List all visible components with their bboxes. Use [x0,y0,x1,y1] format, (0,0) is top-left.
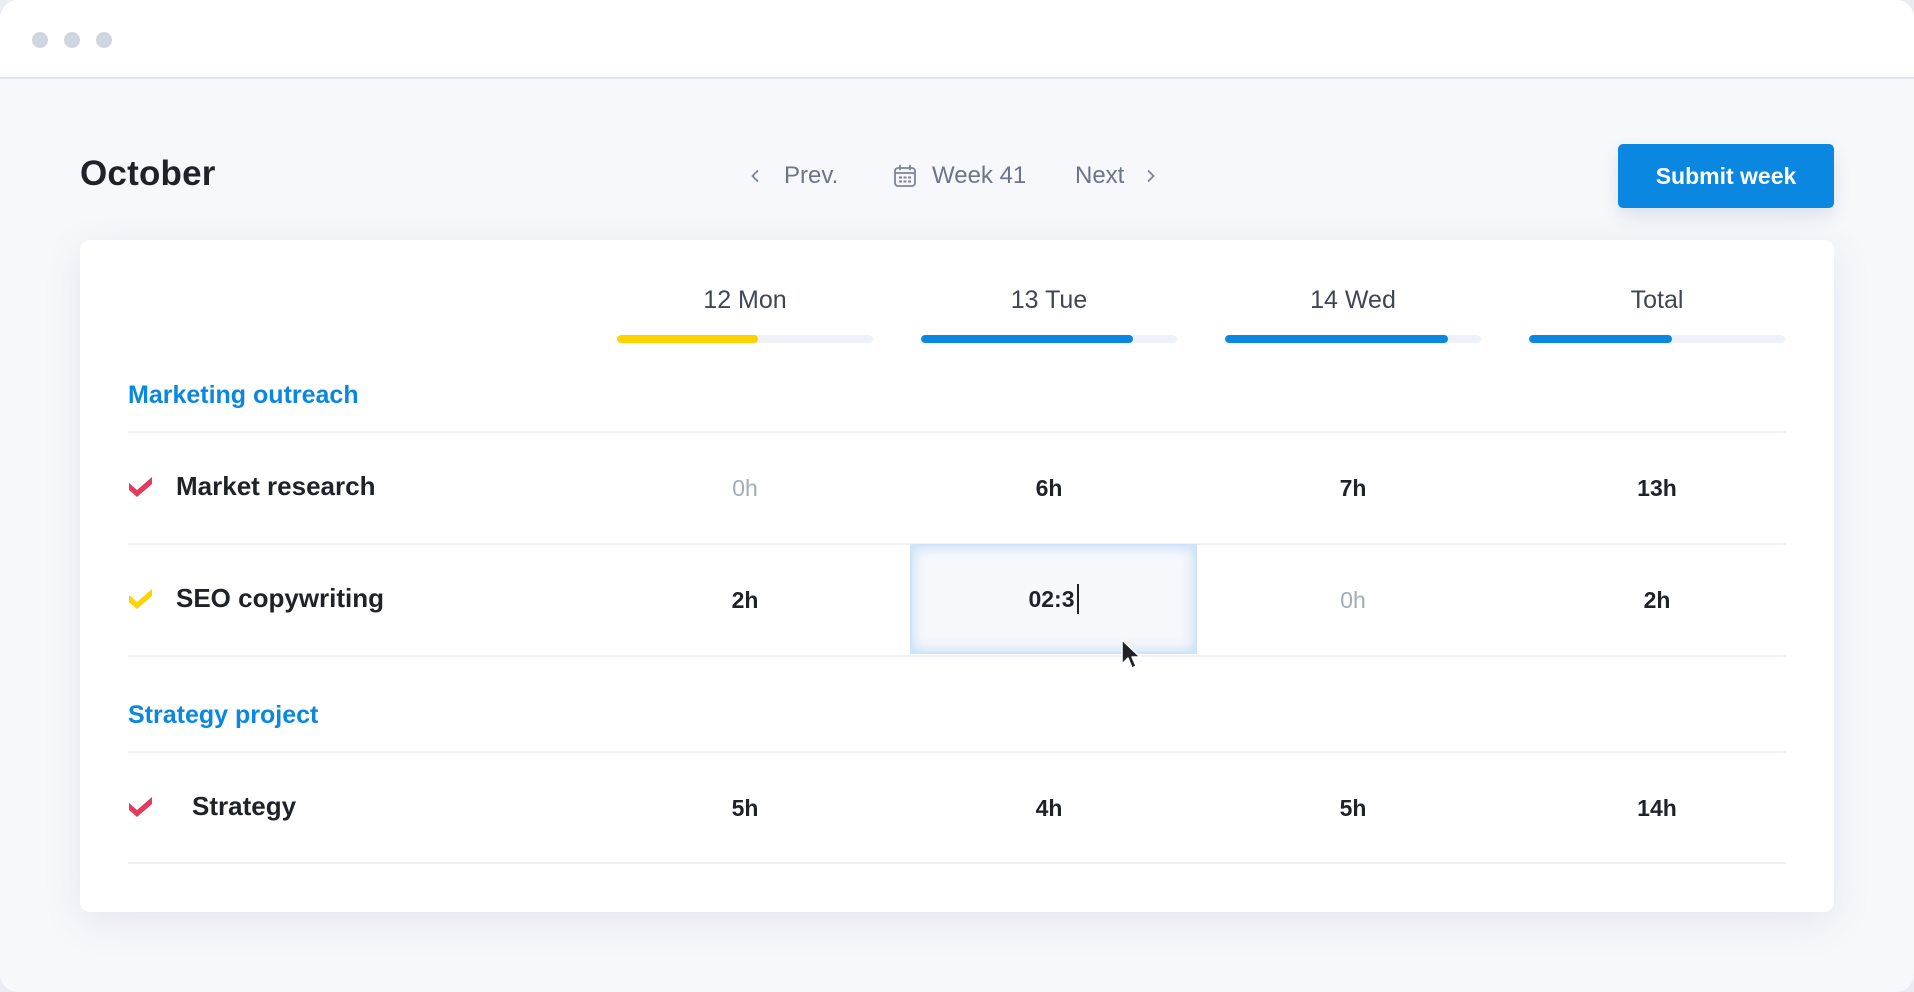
chevron-right-icon [1147,170,1155,182]
mouse-pointer-icon [1121,639,1141,669]
progress-bar-total [1529,335,1785,343]
time-input-tue-active[interactable]: 02:3 [910,544,1197,654]
task-row-market-research: Market research 0h 6h 7h 13h [128,433,1786,543]
progress-fill [921,335,1134,343]
prev-week-label: Prev. [784,162,839,189]
page-title: October [80,154,216,193]
time-cell-wed[interactable]: 5h [1225,753,1481,863]
window-close-dot[interactable] [32,32,48,48]
progress-fill [1529,335,1673,343]
timesheet-card: 12 Mon 13 Tue 14 Wed Total Marketing out… [80,240,1834,912]
submit-week-button[interactable]: Submit week [1618,144,1834,208]
chevron-left-icon [751,170,759,182]
divider [128,862,1786,864]
prev-week-button[interactable]: Prev. [748,158,838,194]
time-cell-wed[interactable]: 7h [1225,433,1481,543]
column-header-mon: 12 Mon [703,286,787,314]
progress-bar-mon [617,335,873,343]
section-title-marketing-outreach[interactable]: Marketing outreach [128,381,359,410]
app-window: October Prev. Week 41 Next Submit week 1… [0,0,1914,992]
time-cell-total: 14h [1637,794,1677,821]
window-maximize-dot[interactable] [96,32,112,48]
time-cell-mon[interactable]: 0h [617,433,873,543]
progress-bar-wed [1225,335,1481,343]
task-name: SEO copywriting [176,583,385,613]
status-check-icon [129,797,152,817]
time-cell-tue[interactable]: 4h [921,753,1177,863]
time-cell-total: 2h [1643,586,1671,613]
task-name: Market research [176,471,376,501]
next-week-button[interactable]: Next [1075,158,1158,194]
window-minimize-dot[interactable] [64,32,80,48]
column-header-wed: 14 Wed [1310,286,1396,314]
progress-bar-tue [921,335,1177,343]
time-cell-total: 13h [1637,474,1677,501]
week-label: Week 41 [932,162,1027,189]
time-cell-tue[interactable]: 6h [921,433,1177,543]
progress-fill [617,335,758,343]
progress-fill [1225,335,1448,343]
next-week-label: Next [1075,162,1125,189]
calendar-icon [894,164,916,187]
time-input-value: 02:3 [1028,585,1075,612]
time-cell-wed[interactable]: 0h [1225,545,1481,655]
column-header-tue: 13 Tue [1010,286,1088,314]
task-name: Strategy [192,791,297,821]
time-cell-mon[interactable]: 5h [617,753,873,863]
text-caret [1076,584,1079,614]
week-picker[interactable]: Week 41 [892,158,1026,194]
section-title-strategy-project[interactable]: Strategy project [128,701,318,730]
status-check-icon [129,589,152,609]
divider [128,655,1786,657]
status-check-icon [129,477,152,497]
title-bar [0,0,1914,79]
task-row-strategy: Strategy 5h 4h 5h 14h [128,753,1786,863]
column-header-total: Total [1630,286,1684,314]
time-cell-mon[interactable]: 2h [617,545,873,655]
